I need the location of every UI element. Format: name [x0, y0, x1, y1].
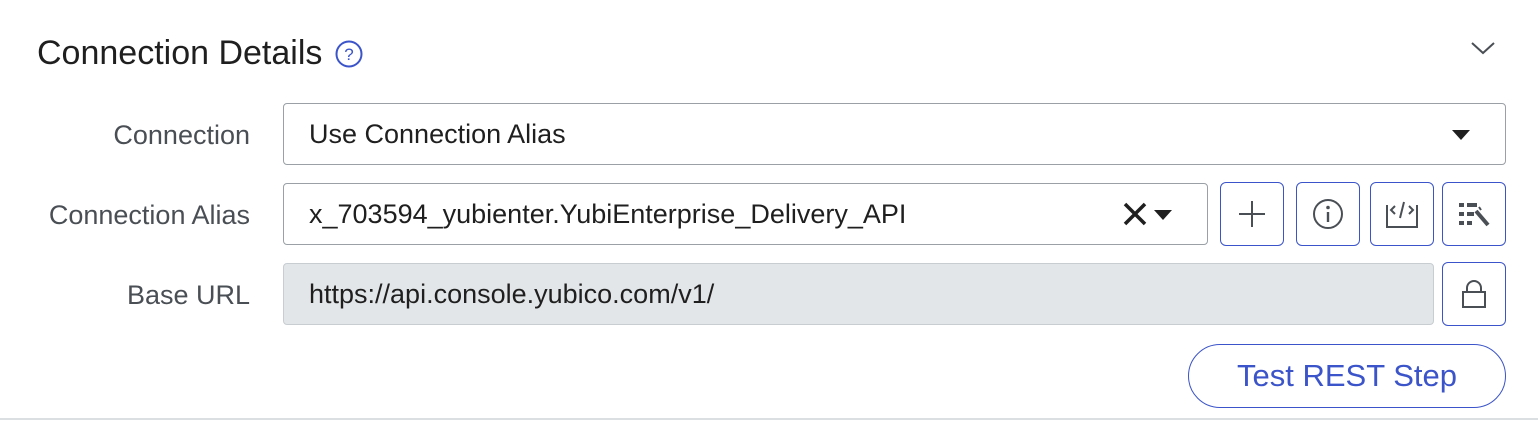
base-url-label: Base URL [126, 280, 250, 310]
base-url-field: https://api.console.yubico.com/v1/ [283, 263, 1434, 325]
add-connection-button[interactable] [1220, 182, 1284, 246]
section-title: Connection Details [37, 34, 323, 72]
question-circle-icon[interactable]: ? [334, 39, 364, 69]
caret-down-icon[interactable] [1154, 209, 1172, 221]
base-url-value: https://api.console.yubico.com/v1/ [309, 278, 715, 309]
plus-icon [1237, 199, 1267, 229]
caret-down-icon[interactable] [1452, 129, 1470, 141]
connection-select-value: Use Connection Alias [309, 118, 566, 149]
unlock-base-url-button[interactable] [1442, 262, 1506, 326]
chevron-down-icon[interactable] [1466, 36, 1500, 60]
close-icon[interactable] [1122, 201, 1148, 227]
connection-select[interactable]: Use Connection Alias [283, 103, 1506, 165]
wand-icon [1457, 199, 1491, 229]
connection-label: Connection [113, 120, 250, 150]
lock-icon [1461, 279, 1487, 309]
script-icon [1385, 199, 1419, 229]
section-header: Connection Details ? [37, 34, 364, 73]
info-icon [1312, 198, 1344, 230]
connection-alias-label: Connection Alias [48, 200, 250, 230]
script-button[interactable] [1370, 182, 1434, 246]
connection-alias-select[interactable]: x_703594_yubienter.YubiEnterprise_Delive… [283, 183, 1208, 245]
section-divider [0, 418, 1538, 420]
configure-button[interactable] [1442, 182, 1506, 246]
svg-text:?: ? [345, 45, 354, 64]
connection-alias-value: x_703594_yubienter.YubiEnterprise_Delive… [309, 198, 907, 229]
test-rest-step-button[interactable]: Test REST Step [1188, 344, 1506, 408]
connection-details-panel: Connection Details ? Connection Use Conn… [0, 0, 1538, 438]
connection-info-button[interactable] [1296, 182, 1360, 246]
